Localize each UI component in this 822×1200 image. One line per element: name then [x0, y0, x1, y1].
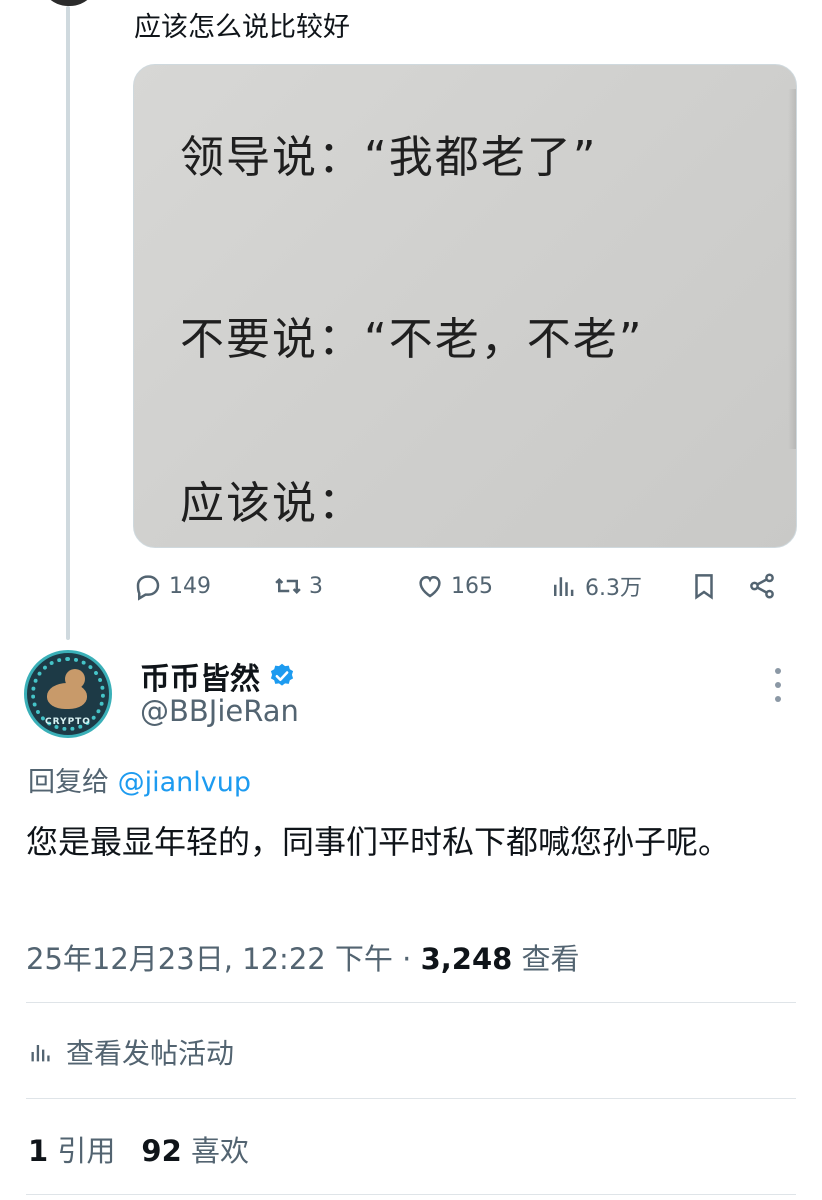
parent-tweet-actions: 149 3 165 6.3万 [133, 566, 783, 606]
tweet-view-label: 查看 [512, 942, 580, 976]
engagement-stats: 1 引用 92 喜欢 [28, 1128, 249, 1170]
reply-button[interactable]: 149 [133, 571, 211, 601]
like-count: 165 [451, 573, 493, 599]
post-activity-label: 查看发帖活动 [66, 1037, 235, 1070]
reply-avatar[interactable]: CRYPTO [24, 650, 112, 738]
retweet-icon [275, 577, 301, 595]
tweet-meta: 25年12月23日, 12:22 下午 · 3,248 查看 [26, 936, 580, 978]
verified-badge-icon [270, 663, 294, 686]
share-icon [750, 573, 774, 599]
parent-avatar[interactable] [40, 0, 98, 6]
reply-tweet-text: 您是最显年轻的，同事们平时私下都喊您孙子呢。 [26, 823, 731, 861]
divider [26, 1002, 796, 1003]
author-name-row[interactable]: 币币皆然 [140, 654, 296, 698]
bookmark-icon [695, 574, 713, 600]
more-options-icon[interactable] [768, 668, 788, 702]
views-button[interactable]: 6.3万 [549, 570, 642, 602]
image-text-line-3: 应该说： [180, 478, 364, 529]
paper-edge-shadow [788, 89, 796, 449]
divider [26, 1194, 796, 1195]
quotes-count: 1 [28, 1134, 49, 1168]
parent-tweet-text: 应该怎么说比较好 [134, 12, 350, 43]
views-count: 6.3万 [585, 576, 642, 601]
thread-connector-line [66, 6, 70, 640]
tweet-view-count: 3,248 [420, 942, 513, 976]
avatar-duck-head [65, 669, 85, 689]
author-handle[interactable]: @BBJieRan [140, 694, 299, 728]
reply-count: 149 [169, 573, 211, 599]
reply-icon [136, 575, 160, 601]
likes-label: 喜欢 [191, 1134, 250, 1168]
image-text-line-2: 不要说：“不老，不老” [180, 314, 644, 365]
author-display-name[interactable]: 币币皆然 [140, 654, 260, 698]
tweet-timestamp[interactable]: 25年12月23日, 12:22 下午 · [26, 942, 421, 976]
views-icon [554, 577, 574, 596]
reply-to-prefix: 回复给 [28, 767, 109, 798]
retweet-count: 3 [309, 573, 323, 599]
likes-count: 92 [141, 1134, 182, 1168]
retweet-button[interactable]: 3 [273, 571, 323, 601]
post-activity-link[interactable]: 查看发帖活动 [28, 1032, 234, 1072]
tweet-image[interactable]: 领导说：“我都老了” 不要说：“不老，不老” 应该说： [133, 64, 797, 548]
quotes-link[interactable]: 1 引用 [28, 1134, 115, 1168]
analytics-icon [31, 1045, 50, 1062]
reply-to-mention-link[interactable]: @jianlvup [118, 767, 251, 798]
share-button[interactable] [747, 571, 777, 601]
divider [26, 1098, 796, 1099]
tweet-thread-page: 应该怎么说比较好 领导说：“我都老了” 不要说：“不老，不老” 应该说： 149… [0, 0, 822, 1200]
quotes-label: 引用 [57, 1134, 116, 1168]
likes-link[interactable]: 92 喜欢 [141, 1134, 249, 1168]
like-button[interactable]: 165 [415, 571, 493, 601]
reply-to-line: 回复给 @jianlvup [28, 760, 251, 799]
avatar-crypto-text: CRYPTO [45, 717, 91, 727]
like-icon [419, 575, 441, 598]
bookmark-button[interactable] [689, 571, 719, 601]
image-text-line-1: 领导说：“我都老了” [180, 132, 598, 183]
